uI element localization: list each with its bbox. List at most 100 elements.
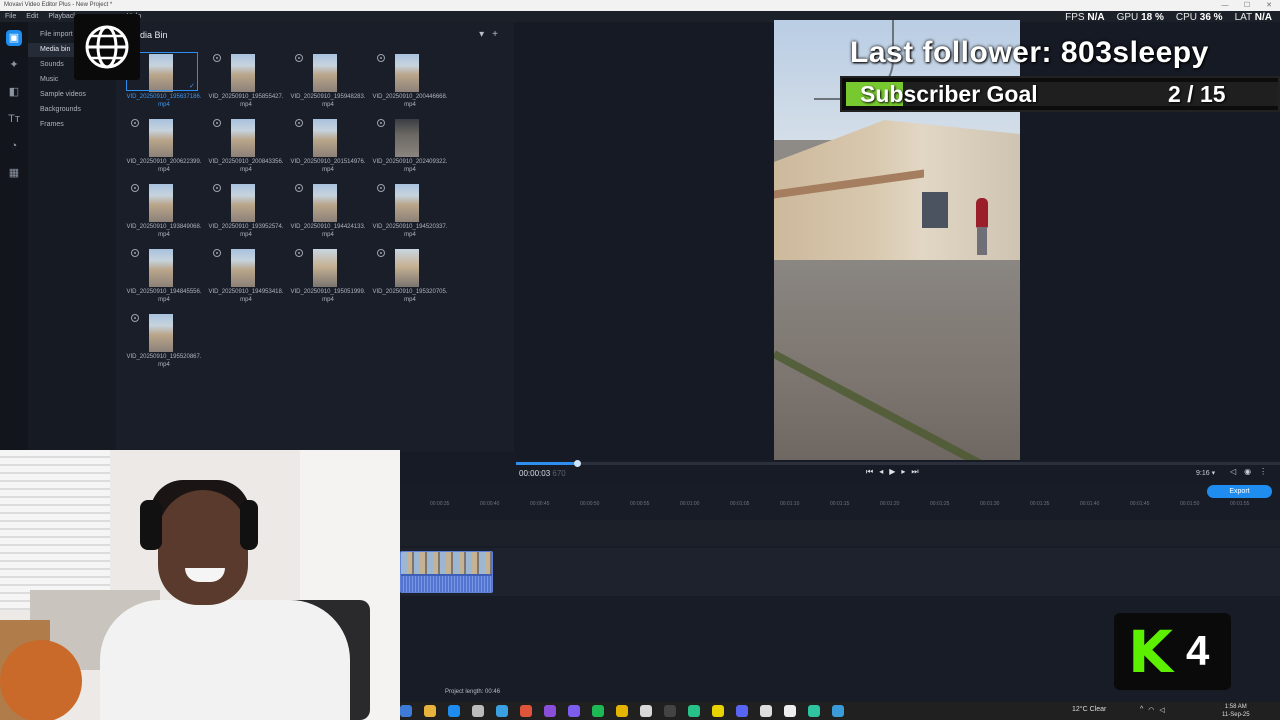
video-preview-image [149, 184, 173, 222]
discord-icon[interactable] [736, 705, 748, 717]
system-clock[interactable]: 1:58 AM 11-Sep-25 [1222, 703, 1250, 719]
select-radio-icon[interactable] [213, 184, 221, 192]
media-thumbnail[interactable]: VID_20250910_200446668.mp4 [372, 52, 448, 112]
select-radio-icon[interactable] [377, 119, 385, 127]
aspect-ratio-select[interactable]: 9:16 ▾ [1196, 469, 1215, 477]
select-radio-icon[interactable] [295, 184, 303, 192]
chevron-up-icon[interactable]: ^ [1140, 706, 1143, 714]
more-tools-icon[interactable]: ▦ [6, 165, 22, 181]
spotify-icon[interactable] [592, 705, 604, 717]
menu-edit[interactable]: Edit [21, 11, 43, 22]
volume-icon[interactable]: ◁ [1230, 467, 1236, 476]
close-button[interactable]: ✕ [1258, 0, 1280, 11]
cat-sample-videos[interactable]: Sample videos [28, 88, 116, 102]
taskbar-app-icon[interactable] [400, 705, 412, 717]
menu-file[interactable]: File [0, 11, 21, 22]
taskbar-app-icon[interactable] [520, 705, 532, 717]
media-filename: VID_20250910_195520867.mp4 [126, 354, 202, 368]
media-thumbnail[interactable]: VID_20250910_193849068.mp4 [126, 182, 202, 242]
select-radio-icon[interactable] [213, 54, 221, 62]
filter-icon[interactable]: ▾ [479, 29, 484, 40]
taskbar-app-icon[interactable] [616, 705, 628, 717]
media-thumbnail[interactable]: VID_20250910_195320705.mp4 [372, 247, 448, 307]
ruler-tick-label: 00:01:25 [930, 501, 950, 507]
skip-start-icon[interactable]: ⏮ [866, 467, 873, 477]
media-thumbnail[interactable]: VID_20250910_194845556.mp4 [126, 247, 202, 307]
more-icon[interactable]: ⋮ [1259, 467, 1267, 476]
taskbar-app-icon[interactable] [832, 705, 844, 717]
select-radio-icon[interactable] [213, 119, 221, 127]
select-radio-icon[interactable] [131, 249, 139, 257]
timeline-clip[interactable] [400, 551, 493, 593]
maximize-button[interactable]: ☐ [1236, 0, 1258, 11]
taskbar-app-icon[interactable] [472, 705, 484, 717]
media-thumbnail[interactable]: VID_20250910_200622399.mp4 [126, 117, 202, 177]
titles-icon[interactable]: Tт [6, 111, 22, 127]
taskbar-app-icon[interactable] [640, 705, 652, 717]
select-radio-icon[interactable] [377, 249, 385, 257]
select-radio-icon[interactable] [213, 249, 221, 257]
select-radio-icon[interactable] [295, 119, 303, 127]
media-thumbnail[interactable]: VID_20250910_202409322.mp4 [372, 117, 448, 177]
playhead-handle[interactable] [574, 460, 581, 467]
chrome-icon[interactable] [448, 705, 460, 717]
ruler-tick-label: 00:01:45 [1130, 501, 1150, 507]
cat-backgrounds[interactable]: Backgrounds [28, 103, 116, 117]
select-radio-icon[interactable] [377, 54, 385, 62]
select-radio-icon[interactable] [131, 184, 139, 192]
taskbar-app-icon[interactable] [760, 705, 772, 717]
weather[interactable]: 12°C Clear [1072, 706, 1106, 713]
skip-end-icon[interactable]: ⏭ [911, 467, 918, 477]
video-preview-image [231, 54, 255, 92]
media-filename: VID_20250910_194845556.mp4 [126, 289, 202, 303]
cat-frames[interactable]: Frames [28, 118, 116, 132]
folder-icon[interactable] [424, 705, 436, 717]
media-thumbnail[interactable]: VID_20250910_195520867.mp4 [126, 312, 202, 372]
stat-fps: FPS N/A [1065, 12, 1105, 23]
media-thumbnail[interactable]: VID_20250910_200843356.mp4 [208, 117, 284, 177]
timeline-track-video[interactable] [400, 548, 1280, 596]
snapshot-icon[interactable]: ◉ [1244, 467, 1251, 476]
wifi-icon[interactable]: ◠ [1148, 706, 1154, 714]
media-thumbnail[interactable]: VID_20250910_194424133.mp4 [290, 182, 366, 242]
step-forward-icon[interactable]: ▸ [901, 467, 905, 477]
media-thumbnail[interactable]: VID_20250910_194520337.mp4 [372, 182, 448, 242]
taskbar-app-icon[interactable] [808, 705, 820, 717]
timeline-track-empty[interactable] [400, 520, 1280, 546]
step-back-icon[interactable]: ◂ [879, 467, 883, 477]
media-thumbnail[interactable]: VID_20250910_195855427.mp4 [208, 52, 284, 112]
export-button[interactable]: Export [1207, 485, 1272, 498]
volume-icon[interactable]: ◁ [1159, 706, 1164, 714]
taskbar-app-icon[interactable] [544, 705, 556, 717]
media-thumbnail[interactable]: VID_20250910_195948283.mp4 [290, 52, 366, 112]
select-radio-icon[interactable] [131, 119, 139, 127]
import-icon[interactable]: ▣ [6, 30, 22, 46]
perf-stats: FPS N/A GPU 18 % CPU 36 % LAT N/A [1065, 12, 1272, 24]
taskbar-app-icon[interactable] [496, 705, 508, 717]
add-icon[interactable]: + [492, 29, 498, 40]
media-thumbnail[interactable]: VID_20250910_193952574.mp4 [208, 182, 284, 242]
timeline-ruler[interactable]: 00:00:35 00:00:40 00:00:45 00:00:50 00:00:55… [400, 500, 1280, 512]
media-thumbnail[interactable]: VID_20250910_201514976.mp4 [290, 117, 366, 177]
select-radio-icon[interactable] [377, 184, 385, 192]
messenger-icon[interactable] [568, 705, 580, 717]
media-thumbnail[interactable]: VID_20250910_194953418.mp4 [208, 247, 284, 307]
playback-track[interactable] [516, 462, 1280, 465]
play-icon[interactable]: ▶ [889, 467, 895, 477]
media-bin-panel: dia Bin ▾ + ✓ VID_20250910_195637186.mp4 V… [116, 22, 514, 452]
ruler-tick-label: 00:01:50 [1180, 501, 1200, 507]
magic-wand-icon[interactable]: ✦ [6, 57, 22, 73]
taskbar-app-icon[interactable] [688, 705, 700, 717]
stickers-icon[interactable]: ◔ [6, 138, 22, 154]
taskbar-app-icon[interactable] [712, 705, 724, 717]
select-radio-icon[interactable] [295, 249, 303, 257]
taskbar-apps [400, 705, 844, 717]
minimize-button[interactable]: — [1214, 0, 1236, 11]
taskbar-app-icon[interactable] [664, 705, 676, 717]
select-radio-icon[interactable] [131, 314, 139, 322]
taskbar-app-icon[interactable] [784, 705, 796, 717]
media-filename: VID_20250910_200446668.mp4 [372, 94, 448, 108]
select-radio-icon[interactable] [295, 54, 303, 62]
transitions-icon[interactable]: ◧ [6, 84, 22, 100]
media-thumbnail[interactable]: VID_20250910_195051999.mp4 [290, 247, 366, 307]
